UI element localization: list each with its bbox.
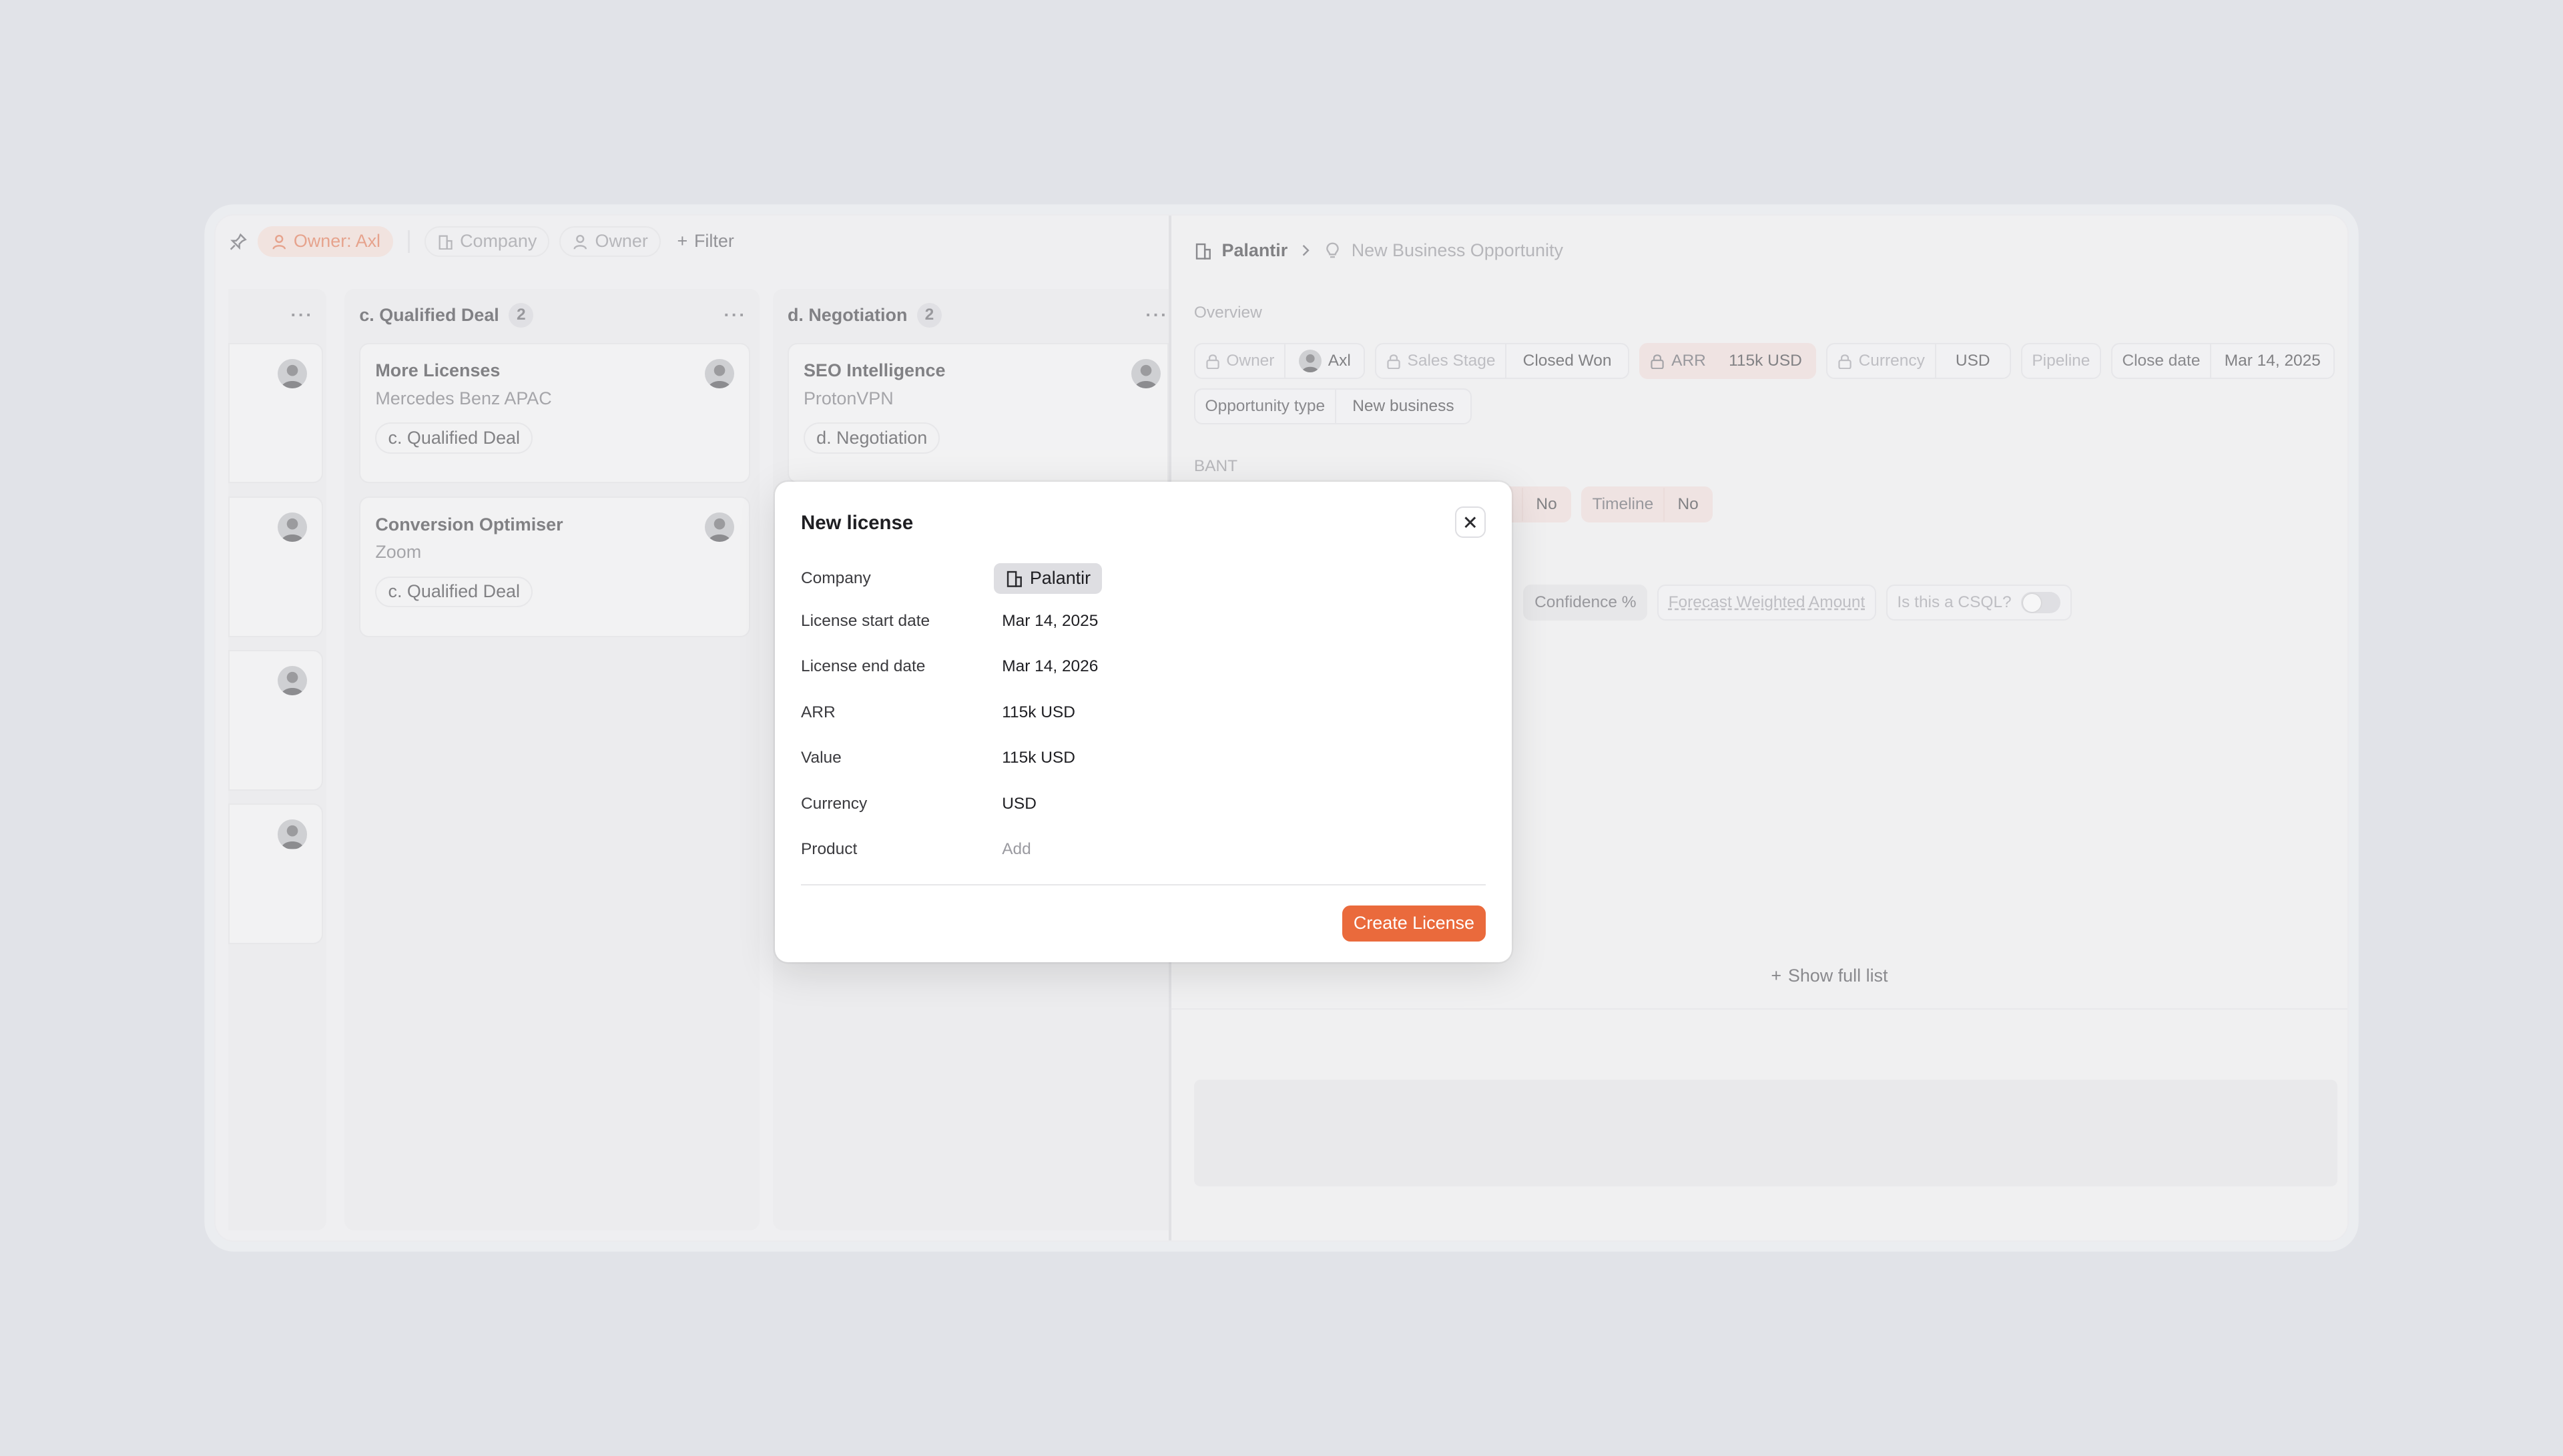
field-arr[interactable]: ARR 115k USD xyxy=(801,699,1488,725)
field-license-start-date[interactable]: License start date Mar 14, 2025 xyxy=(801,608,1488,634)
close-icon xyxy=(1464,516,1476,528)
divider xyxy=(800,883,1486,886)
value-value[interactable]: 115k USD xyxy=(1002,749,1075,767)
company-value: Palantir xyxy=(1029,568,1091,589)
field-currency[interactable]: Currency USD xyxy=(801,791,1488,817)
field-label: Product xyxy=(800,840,858,859)
field-product[interactable]: Product Add xyxy=(801,837,1488,863)
currency-value[interactable]: USD xyxy=(1002,795,1037,813)
product-add-placeholder[interactable]: Add xyxy=(1002,840,1031,859)
license-end-date-value[interactable]: Mar 14, 2026 xyxy=(1002,657,1098,676)
modal-title: New license xyxy=(800,511,914,534)
field-company: Company Palantir xyxy=(800,563,1488,595)
new-license-modal: New license Company Palantir License sta… xyxy=(774,482,1512,963)
arr-value[interactable]: 115k USD xyxy=(1002,703,1075,722)
building-icon xyxy=(1007,571,1023,588)
field-label: License end date xyxy=(800,657,926,676)
field-license-end-date[interactable]: License end date Mar 14, 2026 xyxy=(801,654,1488,680)
field-label: Currency xyxy=(800,794,868,813)
close-button[interactable] xyxy=(1454,506,1486,538)
create-license-button[interactable]: Create License xyxy=(1342,905,1486,942)
license-start-date-value[interactable]: Mar 14, 2025 xyxy=(1002,612,1098,631)
field-label: Value xyxy=(800,749,842,767)
field-value[interactable]: Value 115k USD xyxy=(801,745,1488,771)
company-chip[interactable]: Palantir xyxy=(993,563,1103,595)
field-label: Company xyxy=(800,569,871,587)
field-label: ARR xyxy=(800,703,836,721)
field-label: License start date xyxy=(800,611,930,630)
